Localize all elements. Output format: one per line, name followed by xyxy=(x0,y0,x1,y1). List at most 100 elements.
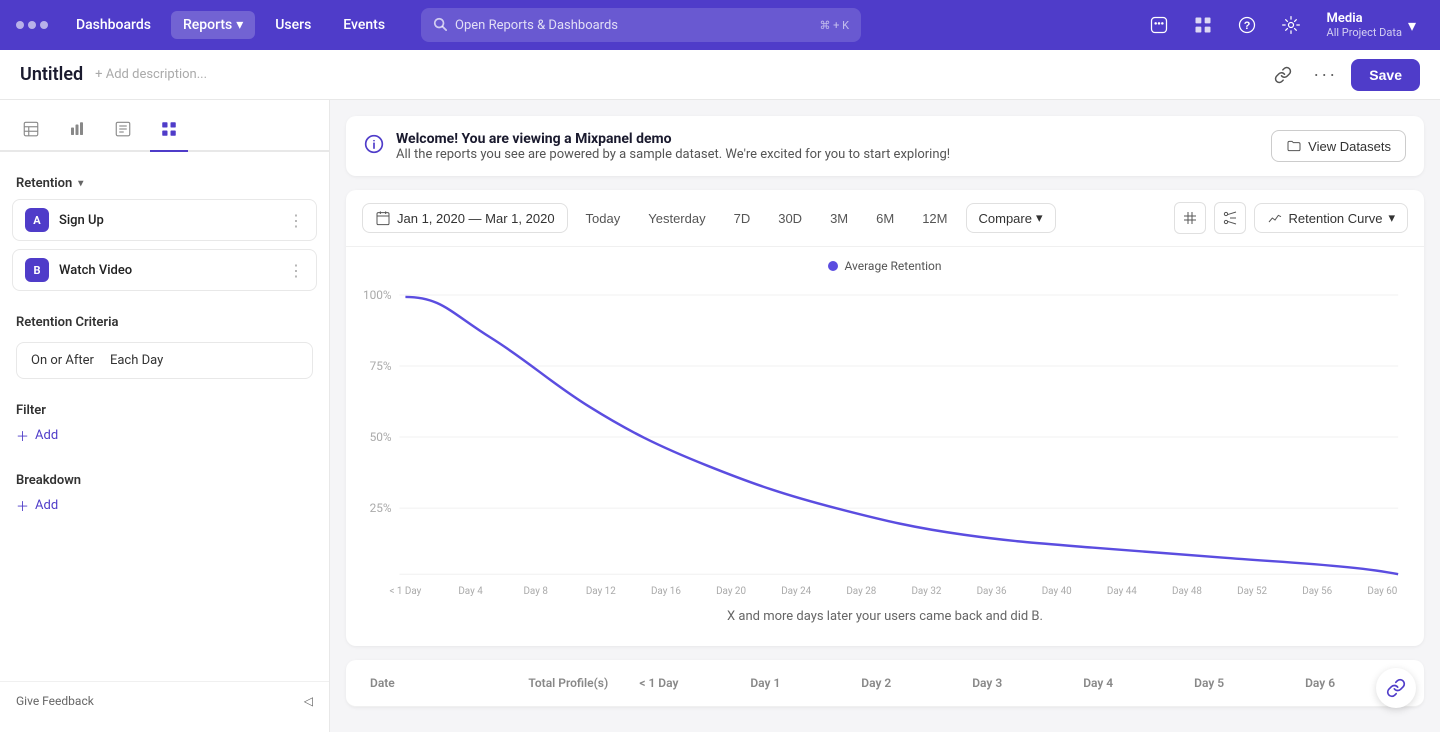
retention-chevron: ▾ xyxy=(78,178,83,189)
th-day4: Day 4 xyxy=(1075,672,1186,694)
nav-dot-1 xyxy=(16,21,24,29)
svg-text:Day 48: Day 48 xyxy=(1172,586,1202,597)
top-nav: Dashboards Reports ▾ Users Events Open R… xyxy=(0,0,1440,50)
svg-text:Day 4: Day 4 xyxy=(458,586,483,597)
criteria-on-or-after: On or After xyxy=(31,353,94,368)
search-shortcut: ⌘ + K xyxy=(819,19,849,32)
tab-bar[interactable] xyxy=(58,112,96,152)
grid-toggle-btn[interactable] xyxy=(1174,202,1206,234)
event-menu-watchvideo[interactable]: ⋮ xyxy=(288,261,304,280)
chart-container: Average Retention 100% 75% 50% 25% xyxy=(346,247,1424,646)
info-text-block: Welcome! You are viewing a Mixpanel demo… xyxy=(396,131,950,162)
nav-dot-2 xyxy=(28,21,36,29)
apps-icon xyxy=(1193,15,1213,35)
second-bar: Untitled + Add description... ··· Save xyxy=(0,50,1440,100)
svg-text:Day 24: Day 24 xyxy=(781,586,811,597)
compare-chevron-icon: ▾ xyxy=(1036,210,1043,226)
collapse-sidebar-icon[interactable]: ◁ xyxy=(304,694,313,708)
floating-link-btn[interactable] xyxy=(1376,668,1416,708)
time-btn-yesterday[interactable]: Yesterday xyxy=(638,205,715,232)
sidebar-tabs xyxy=(0,112,329,152)
nav-dashboards[interactable]: Dashboards xyxy=(64,11,163,39)
event-item-signup[interactable]: A Sign Up ⋮ xyxy=(12,199,317,241)
th-day2: Day 2 xyxy=(853,672,964,694)
more-options-btn[interactable]: ··· xyxy=(1309,59,1341,91)
filter-label: Filter xyxy=(16,395,313,422)
tab-list[interactable] xyxy=(104,112,142,152)
add-description[interactable]: + Add description... xyxy=(95,67,207,82)
filter-section: Filter ＋ + Add Add xyxy=(0,387,329,457)
link-icon-btn[interactable] xyxy=(1267,59,1299,91)
scissors-icon xyxy=(1222,210,1238,226)
tab-table[interactable] xyxy=(12,112,50,152)
svg-text:50%: 50% xyxy=(370,430,392,444)
nav-users[interactable]: Users xyxy=(263,11,323,39)
svg-text:Day 52: Day 52 xyxy=(1237,586,1267,597)
svg-text:Day 8: Day 8 xyxy=(523,586,547,597)
settings-icon-btn[interactable] xyxy=(1275,9,1307,41)
chart-caption: X and more days later your users came ba… xyxy=(362,601,1408,638)
legend-label: Average Retention xyxy=(844,259,941,273)
settings-icon xyxy=(1281,15,1301,35)
retention-curve-btn[interactable]: Retention Curve ▾ xyxy=(1254,203,1408,233)
nav-events[interactable]: Events xyxy=(331,11,397,39)
date-range-btn[interactable]: Jan 1, 2020 — Mar 1, 2020 xyxy=(362,203,568,233)
chart-right-tools: Retention Curve ▾ xyxy=(1174,202,1408,234)
add-filter-btn[interactable]: ＋ + Add Add xyxy=(16,422,313,449)
criteria-section: On or After Each Day xyxy=(0,334,329,387)
svg-text:Day 60: Day 60 xyxy=(1367,586,1397,597)
user-menu[interactable]: Media All Project Data ▾ xyxy=(1319,7,1424,43)
event-name-signup: Sign Up xyxy=(59,213,288,228)
svg-text:Day 12: Day 12 xyxy=(586,586,616,597)
criteria-box[interactable]: On or After Each Day xyxy=(16,342,313,379)
scissors-btn[interactable] xyxy=(1214,202,1246,234)
info-icon xyxy=(364,134,384,159)
table-header-bar: Date Total Profile(s) < 1 Day Day 1 Day … xyxy=(346,660,1424,707)
svg-text:Day 56: Day 56 xyxy=(1302,586,1332,597)
give-feedback[interactable]: Give Feedback ◁ xyxy=(0,681,329,720)
svg-text:?: ? xyxy=(1243,20,1250,32)
event-menu-signup[interactable]: ⋮ xyxy=(288,211,304,230)
time-btn-today[interactable]: Today xyxy=(576,205,631,232)
svg-text:Day 40: Day 40 xyxy=(1042,586,1072,597)
add-filter-icon: ＋ xyxy=(16,426,29,445)
retention-svg-chart: 100% 75% 50% 25% < 1 Day Day 4 Day 8 xyxy=(362,281,1408,601)
retention-criteria-section: Retention Criteria On or After Each Day xyxy=(0,307,329,387)
svg-text:Day 16: Day 16 xyxy=(651,586,681,597)
legend-dot xyxy=(828,261,838,271)
th-day1: Day 1 xyxy=(742,672,853,694)
time-btn-6m[interactable]: 6M xyxy=(866,205,904,232)
breakdown-section: Breakdown ＋ Add xyxy=(0,457,329,527)
tab-grid[interactable] xyxy=(150,112,188,152)
help-icon: ? xyxy=(1237,15,1257,35)
th-date: Date xyxy=(362,672,520,694)
time-btn-12m[interactable]: 12M xyxy=(912,205,957,232)
view-datasets-btn[interactable]: View Datasets xyxy=(1271,130,1406,162)
add-breakdown-icon: ＋ xyxy=(16,496,29,515)
th-day3: Day 3 xyxy=(964,672,1075,694)
help-icon-btn[interactable]: ? xyxy=(1231,9,1263,41)
notification-icon-btn[interactable] xyxy=(1143,9,1175,41)
time-btn-7d[interactable]: 7D xyxy=(724,205,761,232)
time-btn-3m[interactable]: 3M xyxy=(820,205,858,232)
nav-reports[interactable]: Reports ▾ xyxy=(171,11,255,39)
nav-search[interactable]: Open Reports & Dashboards ⌘ + K xyxy=(421,8,861,42)
svg-text:Day 20: Day 20 xyxy=(716,586,746,597)
user-subtitle: All Project Data xyxy=(1327,26,1402,39)
search-placeholder-text: Open Reports & Dashboards xyxy=(455,18,811,33)
event-item-watchvideo[interactable]: B Watch Video ⋮ xyxy=(12,249,317,291)
link-icon xyxy=(1274,66,1292,84)
search-icon xyxy=(433,16,447,35)
retention-criteria-label: Retention Criteria xyxy=(0,307,329,334)
apps-icon-btn[interactable] xyxy=(1187,9,1219,41)
svg-text:< 1 Day: < 1 Day xyxy=(389,586,421,597)
save-button[interactable]: Save xyxy=(1351,59,1420,91)
add-breakdown-btn[interactable]: ＋ Add xyxy=(16,492,313,519)
chart-panel: Jan 1, 2020 — Mar 1, 2020 Today Yesterda… xyxy=(346,190,1424,646)
time-btn-30d[interactable]: 30D xyxy=(768,205,812,232)
floating-link-icon xyxy=(1386,678,1406,698)
retention-section-label[interactable]: Retention ▾ xyxy=(0,168,329,195)
svg-text:100%: 100% xyxy=(363,288,392,302)
svg-text:25%: 25% xyxy=(370,501,392,515)
compare-btn[interactable]: Compare ▾ xyxy=(966,203,1056,233)
